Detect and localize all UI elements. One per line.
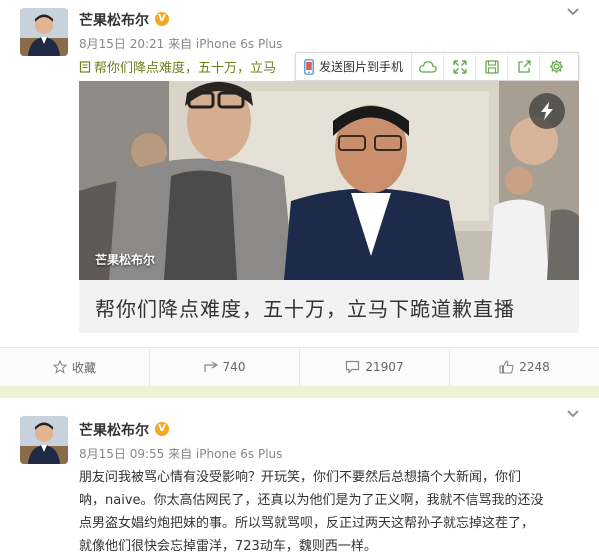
post-meta[interactable]: 8月15日 09:55 来自 iPhone 6s Plus xyxy=(79,445,282,462)
comment-count: 740 xyxy=(222,360,246,374)
verified-badge: V xyxy=(155,12,169,26)
fullscreen-icon xyxy=(452,59,467,74)
post-text: 帮你们降点难度，五十万，立马 xyxy=(79,57,276,76)
external-link-icon xyxy=(517,59,531,73)
favorite-button[interactable]: 收藏 xyxy=(0,348,150,386)
cloud-button[interactable] xyxy=(412,53,445,80)
post-meta[interactable]: 8月15日 20:21 来自 iPhone 6s Plus xyxy=(79,35,282,52)
media-caption-box: 帮你们降点难度，五十万，立马下跪道歉直播 xyxy=(79,280,579,333)
user-avatar[interactable] xyxy=(20,8,68,56)
post-text-line: 就像他们很快会忘掉雷洋，723动车，魏则西一样。 xyxy=(79,539,377,554)
save-button[interactable] xyxy=(476,53,509,80)
share-icon xyxy=(203,361,218,372)
send-to-phone-button[interactable]: 发送图片到手机 xyxy=(296,53,413,80)
action-bar: 收藏 740 21907 2248 xyxy=(0,347,599,386)
like-count: 2248 xyxy=(519,360,550,374)
image-toolbar: 发送图片到手机 xyxy=(295,52,579,81)
user-avatar[interactable] xyxy=(20,416,68,464)
post-media[interactable]: 芒果松布尔 xyxy=(79,81,579,280)
send-to-phone-label: 发送图片到手机 xyxy=(319,60,404,74)
favorite-label: 收藏 xyxy=(71,360,96,375)
post-text-line: 点男盗女娼约炮把妹的事。所以骂就骂呗，反正过两天这帮孙子就忘掉这茬了， xyxy=(79,516,535,531)
post-text-line: 朋友问我被骂心情有没受影响？开玩笑，你们不要然后总想搞个大新闻，你们 xyxy=(79,470,522,485)
fullscreen-button[interactable] xyxy=(444,53,477,80)
thumbs-up-icon xyxy=(499,360,514,374)
phone-icon xyxy=(304,58,314,75)
comment-button[interactable]: 740 xyxy=(150,348,300,386)
settings-button[interactable] xyxy=(540,53,572,80)
repost-button[interactable]: 21907 xyxy=(300,348,450,386)
post-text-content: 帮你们降点难度，五十万，立马 xyxy=(94,61,277,76)
weibo-post-1: 芒果松布尔 V 8月15日 20:21 来自 iPhone 6s Plus 帮你… xyxy=(0,0,599,386)
username[interactable]: 芒果松布尔 xyxy=(79,420,149,440)
gear-icon xyxy=(549,59,563,74)
external-link-button[interactable] xyxy=(508,53,541,80)
repost-count: 21907 xyxy=(365,360,404,374)
username[interactable]: 芒果松布尔 xyxy=(79,10,149,30)
save-icon xyxy=(484,59,499,74)
document-icon xyxy=(79,61,91,73)
verified-badge: V xyxy=(155,422,169,436)
chevron-down-icon[interactable] xyxy=(565,406,581,422)
comment-icon xyxy=(346,360,360,374)
chevron-down-icon[interactable] xyxy=(565,4,581,20)
post-text-line: 呐，naive。你太高估网民了，还真以为他们是为了正义啊，我就不信骂我的还没 xyxy=(79,493,544,508)
cloud-icon xyxy=(418,60,437,73)
lightning-icon xyxy=(541,102,553,120)
star-icon xyxy=(52,360,67,374)
media-caption: 帮你们降点难度，五十万，立马下跪道歉直播 xyxy=(95,297,515,321)
post-body-text: 朋友问我被骂心情有没受影响？开玩笑，你们不要然后总想搞个大新闻，你们 呐，nai… xyxy=(79,466,584,556)
like-button[interactable]: 2248 xyxy=(450,348,599,386)
media-author-watermark: 芒果松布尔 xyxy=(95,253,156,267)
flash-button[interactable] xyxy=(529,93,565,129)
